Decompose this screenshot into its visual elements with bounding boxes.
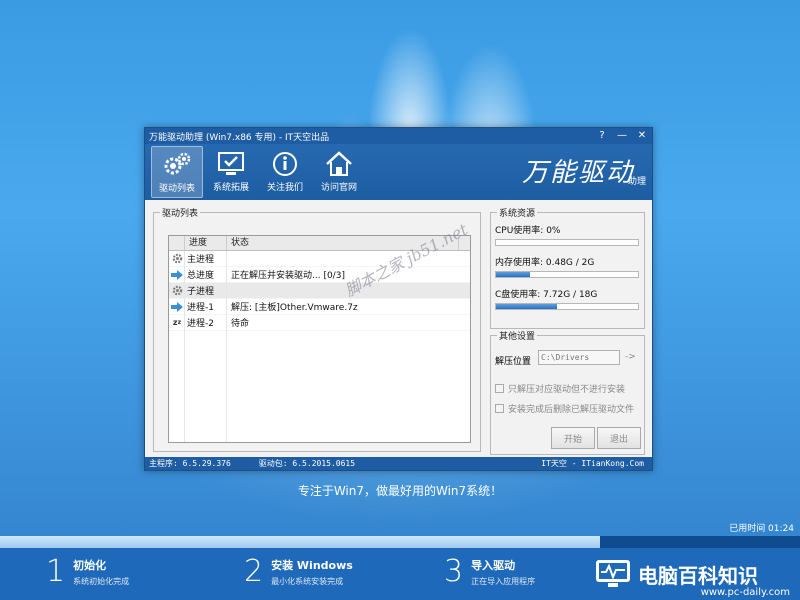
logo-url: www.pc-daily.com bbox=[700, 587, 790, 598]
row-progress: 总进度 bbox=[187, 271, 215, 281]
disk-usage-bar bbox=[495, 303, 639, 310]
driver-list-view[interactable]: 进度 状态 主进程 总进度 正在解压并安装驱动... [0/3] 子进程 进程-… bbox=[168, 235, 471, 443]
system-resources-group: 系统资源 CPU使用率: 0% 内存使用率: 0.48G / 2G C盘使用率:… bbox=[490, 206, 645, 329]
step-initialize: 1 初始化 系统初始化完成 bbox=[46, 554, 129, 590]
extract-path-field[interactable]: C:\Drivers bbox=[538, 350, 620, 365]
toolbar-label: 关注我们 bbox=[266, 183, 303, 193]
overall-progress-bar bbox=[0, 536, 800, 548]
list-row-process-1[interactable]: 进程-1 解压: [主板]Other.Vmware.7z bbox=[169, 299, 470, 315]
gear-icon bbox=[169, 283, 185, 299]
toolbar-follow-us[interactable]: 关注我们 bbox=[259, 146, 311, 198]
elapsed-time: 已用时间 01:24 bbox=[729, 524, 794, 534]
site-link[interactable]: IT天空 - ITianKong.Com bbox=[541, 458, 644, 469]
monitor-check-icon bbox=[218, 152, 244, 175]
browse-arrow-button[interactable]: -> bbox=[625, 352, 636, 362]
checkbox-label: 只解压对应驱动但不进行安装 bbox=[508, 385, 626, 395]
slogan-text: 专注于Win7，做最好用的Win7系统！ bbox=[297, 484, 503, 498]
minimize-button[interactable]: — bbox=[616, 129, 628, 143]
extract-path-label: 解压位置 bbox=[495, 357, 532, 367]
cpu-usage-bar bbox=[495, 239, 639, 246]
row-progress: 进程-2 bbox=[187, 319, 214, 329]
toolbar-visit-site[interactable]: 访问官网 bbox=[313, 146, 365, 198]
disk-usage-label: C盘使用率: 7.72G / 18G bbox=[495, 290, 598, 300]
home-icon bbox=[326, 151, 352, 176]
monitor-logo-icon bbox=[596, 560, 630, 587]
cpu-usage-label: CPU使用率: 0% bbox=[495, 226, 561, 236]
gears-icon bbox=[164, 152, 191, 175]
close-button[interactable]: ✕ bbox=[636, 129, 648, 143]
other-settings-group: 其他设置 解压位置 C:\Drivers -> 只解压对应驱动但不进行安装 安装… bbox=[490, 329, 645, 455]
step-import-drivers: 3 导入驱动 正在导入应用程序 bbox=[444, 554, 535, 590]
toolbar-label: 驱动列表 bbox=[158, 184, 195, 194]
toolbar-label: 访问官网 bbox=[320, 183, 357, 193]
pc-daily-logo: 电脑百科知识 www.pc-daily.com bbox=[590, 548, 800, 600]
step-title: 导入驱动 bbox=[471, 559, 516, 572]
step-description: 最小化系统安装完成 bbox=[271, 577, 344, 586]
list-row-total[interactable]: 总进度 正在解压并安装驱动... [0/3] bbox=[169, 267, 470, 283]
delete-after-install-checkbox[interactable]: 安装完成后删除已解压驱动文件 bbox=[495, 402, 634, 415]
main-toolbar: 驱动列表 系统拓展 关注我们 访问官网 万能驱动 助理 bbox=[145, 144, 652, 200]
step-description: 系统初始化完成 bbox=[73, 577, 130, 586]
toolbar-label: 系统拓展 bbox=[212, 183, 249, 193]
step-install-windows: 2 安装 Windows 最小化系统安装完成 bbox=[244, 554, 353, 590]
logo-text: 电脑百科知识 bbox=[638, 563, 758, 588]
help-button[interactable]: ? bbox=[596, 129, 608, 143]
row-progress: 进程-1 bbox=[187, 303, 214, 313]
memory-usage-bar bbox=[495, 271, 639, 278]
step-title: 安装 Windows bbox=[271, 559, 353, 572]
toolbar-driver-list[interactable]: 驱动列表 bbox=[151, 146, 203, 198]
brand-title: 万能驱动 bbox=[521, 158, 634, 188]
toolbar-system-extend[interactable]: 系统拓展 bbox=[205, 146, 257, 198]
step-number: 1 bbox=[46, 554, 66, 589]
checkbox-box bbox=[495, 384, 504, 393]
checkbox-label: 安装完成后删除已解压驱动文件 bbox=[508, 405, 635, 415]
start-button[interactable]: 开始 bbox=[551, 427, 595, 449]
step-number: 3 bbox=[444, 554, 464, 589]
row-status: 待命 bbox=[231, 319, 250, 329]
group-title: 系统资源 bbox=[497, 206, 538, 219]
window-title: 万能驱动助理 (Win7.x86 专用) - IT天空出品 bbox=[149, 132, 330, 143]
list-row-sub-process[interactable]: 子进程 bbox=[169, 283, 470, 299]
sleep-icon: zz bbox=[172, 318, 182, 327]
header-icon-column bbox=[169, 236, 185, 250]
window-statusbar: 主程序: 6.5.29.376 驱动包: 6.5.2015.0615 IT天空 … bbox=[145, 457, 652, 470]
checkbox-box bbox=[495, 404, 504, 413]
gear-icon bbox=[169, 251, 185, 267]
window-titlebar[interactable]: 万能驱动助理 (Win7.x86 专用) - IT天空出品 ? — ✕ bbox=[145, 128, 652, 144]
driver-pack-version: 驱动包: 6.5.2015.0615 bbox=[258, 459, 356, 468]
extract-only-checkbox[interactable]: 只解压对应驱动但不进行安装 bbox=[495, 382, 625, 395]
exit-button[interactable]: 退出 bbox=[597, 427, 641, 449]
group-title: 驱动列表 bbox=[160, 206, 201, 219]
header-progress[interactable]: 进度 bbox=[185, 236, 227, 250]
step-description: 正在导入应用程序 bbox=[471, 577, 536, 586]
memory-usage-label: 内存使用率: 0.48G / 2G bbox=[495, 258, 595, 268]
brand-subtitle: 助理 bbox=[627, 177, 646, 187]
main-version: 主程序: 6.5.29.376 bbox=[149, 459, 231, 468]
row-progress: 子进程 bbox=[187, 287, 215, 297]
window-controls: ? — ✕ bbox=[596, 129, 648, 143]
info-icon bbox=[273, 152, 297, 176]
arrow-right-icon bbox=[169, 267, 185, 283]
driver-assistant-window: 万能驱动助理 (Win7.x86 专用) - IT天空出品 ? — ✕ 驱动列表… bbox=[144, 127, 653, 471]
list-row-process-2[interactable]: zz 进程-2 待命 bbox=[169, 315, 470, 331]
arrow-right-icon bbox=[169, 299, 185, 315]
step-number: 2 bbox=[244, 554, 264, 589]
row-progress: 主进程 bbox=[187, 255, 215, 265]
row-status: 解压: [主板]Other.Vmware.7z bbox=[231, 303, 358, 313]
step-title: 初始化 bbox=[73, 559, 107, 572]
group-title: 其他设置 bbox=[497, 329, 538, 342]
